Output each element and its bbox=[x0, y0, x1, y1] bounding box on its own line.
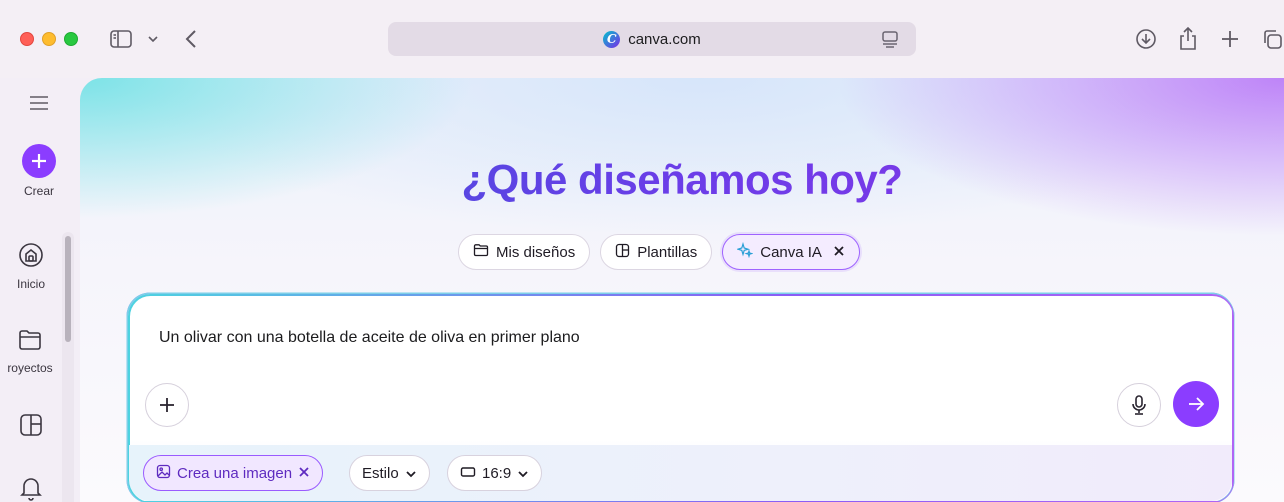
sidebar-item-notifications[interactable] bbox=[0, 474, 66, 502]
folder-icon bbox=[473, 243, 489, 261]
chip-label: Estilo bbox=[362, 464, 399, 482]
close-window-button[interactable] bbox=[20, 32, 34, 46]
canva-favicon-icon: C bbox=[603, 30, 621, 48]
close-icon[interactable] bbox=[833, 244, 845, 261]
prompt-options-bar: Crea una imagen Estilo 16:9 bbox=[129, 445, 1232, 501]
templates-icon bbox=[615, 243, 630, 262]
home-icon bbox=[18, 242, 44, 271]
zoom-window-button[interactable] bbox=[64, 32, 78, 46]
microphone-button[interactable] bbox=[1117, 383, 1161, 427]
minimize-window-button[interactable] bbox=[42, 32, 56, 46]
sidebar-item-templates[interactable] bbox=[0, 412, 66, 441]
send-button[interactable] bbox=[1173, 381, 1219, 427]
bell-icon bbox=[18, 474, 44, 502]
left-navigation-rail: Crear Inicio royectos bbox=[0, 78, 80, 502]
tab-overview-icon[interactable] bbox=[1260, 26, 1284, 52]
create-button[interactable]: Crear bbox=[0, 144, 78, 198]
sidebar-item-inicio[interactable]: Inicio bbox=[0, 242, 66, 291]
sparkle-icon bbox=[736, 241, 754, 262]
hero-section: ¿Qué diseñamos hoy? Mis diseños Plantill… bbox=[80, 78, 1284, 502]
reader-mode-icon[interactable] bbox=[880, 29, 900, 49]
tab-label: Plantillas bbox=[637, 243, 698, 261]
tab-canva-ia[interactable]: Canva IA bbox=[722, 234, 860, 270]
sidebar-toggle-icon[interactable] bbox=[108, 27, 134, 51]
tab-mis-disenos[interactable]: Mis diseños bbox=[458, 234, 591, 270]
folder-icon bbox=[17, 328, 43, 355]
page-title: ¿Qué diseñamos hoy? bbox=[80, 156, 1284, 204]
tab-plantillas[interactable]: Plantillas bbox=[600, 234, 713, 270]
add-attachment-button[interactable] bbox=[145, 383, 189, 427]
prompt-input[interactable]: Un olivar con una botella de aceite de o… bbox=[159, 329, 580, 347]
style-dropdown[interactable]: Estilo bbox=[349, 455, 430, 491]
new-tab-plus-icon[interactable] bbox=[1218, 26, 1242, 52]
back-arrow-icon[interactable] bbox=[180, 26, 202, 52]
chevron-down-icon bbox=[405, 465, 417, 482]
hamburger-menu-icon[interactable] bbox=[26, 90, 52, 116]
browser-toolbar: C canva.com bbox=[0, 0, 1284, 78]
tab-label: Canva IA bbox=[760, 243, 822, 261]
share-icon[interactable] bbox=[1176, 24, 1200, 52]
create-image-chip[interactable]: Crea una imagen bbox=[143, 455, 324, 491]
templates-icon bbox=[18, 412, 44, 441]
chip-label: 16:9 bbox=[482, 464, 512, 482]
prompt-box[interactable]: Un olivar con una botella de aceite de o… bbox=[128, 294, 1233, 502]
url-text: canva.com bbox=[628, 30, 701, 48]
scrollbar-thumb[interactable] bbox=[65, 236, 71, 342]
chevron-down-icon bbox=[517, 465, 529, 482]
tab-label: Mis diseños bbox=[496, 243, 576, 261]
address-bar[interactable]: C canva.com bbox=[388, 22, 916, 56]
arrow-right-icon bbox=[1189, 397, 1205, 411]
aspect-ratio-dropdown[interactable]: 16:9 bbox=[447, 455, 543, 491]
plus-icon bbox=[160, 398, 174, 412]
sidebar-item-proyectos[interactable]: royectos bbox=[0, 328, 68, 375]
plus-icon bbox=[22, 144, 56, 178]
mode-tabs: Mis diseños Plantillas Canva IA bbox=[458, 234, 860, 270]
create-label: Crear bbox=[23, 184, 54, 198]
image-icon bbox=[156, 464, 171, 483]
aspect-ratio-icon bbox=[460, 465, 476, 482]
rail-scrollbar[interactable] bbox=[62, 232, 74, 502]
chevron-down-icon[interactable] bbox=[144, 29, 162, 49]
microphone-icon bbox=[1132, 395, 1146, 415]
close-icon[interactable] bbox=[298, 465, 310, 482]
download-icon[interactable] bbox=[1134, 27, 1158, 51]
sidebar-item-label: royectos bbox=[7, 361, 53, 375]
chip-label: Crea una imagen bbox=[177, 464, 293, 482]
sidebar-item-label: Inicio bbox=[16, 277, 45, 291]
